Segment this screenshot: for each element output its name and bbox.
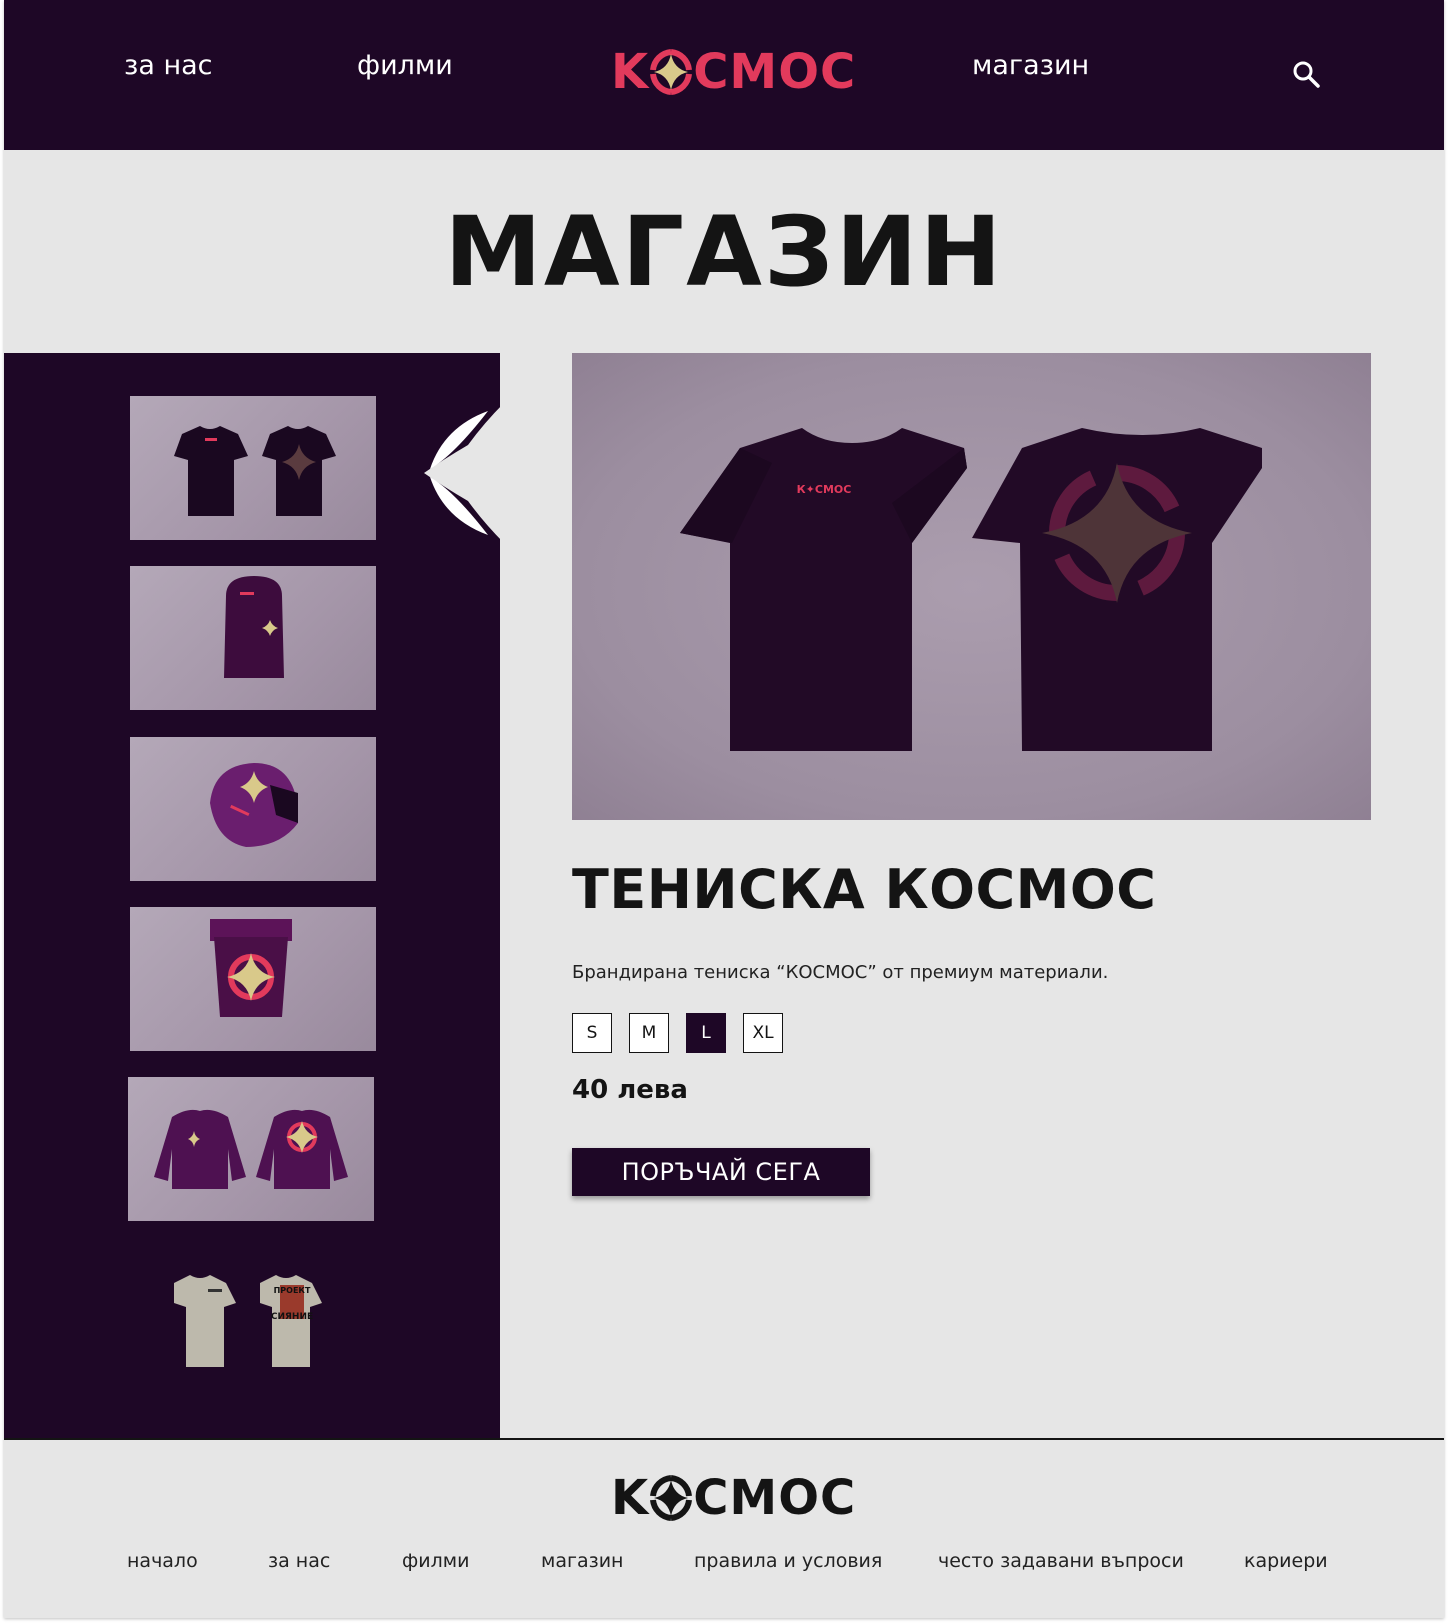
footer-divider <box>4 1438 1444 1440</box>
star-logo-icon <box>650 48 693 96</box>
gallery-thumb-helmet[interactable] <box>130 737 376 881</box>
footer-logo-letters-smos: СМОС <box>693 1470 857 1526</box>
page: за нас филми K СМОС магазин МАГАЗИН ПРОЕ… <box>4 0 1444 1618</box>
footer-logo-letter-k: K <box>611 1470 650 1526</box>
size-option-xl[interactable]: XL <box>743 1013 783 1053</box>
search-icon <box>1293 61 1320 88</box>
size-option-m[interactable]: M <box>629 1013 669 1053</box>
nav-about[interactable]: за нас <box>124 50 213 81</box>
gallery-thumb-backpack[interactable] <box>130 907 376 1051</box>
gallery-thumb-jacket[interactable] <box>128 1077 374 1221</box>
gallery-panel: ПРОЕКТ СИЯНИЕ <box>4 353 504 1439</box>
product-description: Брандирана тениска “КОСМОС” от премиум м… <box>572 962 1109 983</box>
footer-link-home[interactable]: начало <box>127 1550 198 1572</box>
footer-link-terms[interactable]: правила и условия <box>694 1550 882 1572</box>
nav-shop[interactable]: магазин <box>972 50 1089 81</box>
gallery-thumb-tshirt-light[interactable]: ПРОЕКТ СИЯНИЕ <box>130 1249 376 1393</box>
gallery-thumb-balaclava[interactable] <box>130 566 376 710</box>
brand-crescent-icon <box>424 403 504 543</box>
nav-films[interactable]: филми <box>357 50 453 81</box>
product-title: ТЕНИСКА КОСМОС <box>572 858 1157 921</box>
footer-link-shop[interactable]: магазин <box>541 1550 623 1572</box>
size-selector: S M L XL <box>572 1013 783 1053</box>
header: за нас филми K СМОС магазин <box>4 0 1444 150</box>
search-button[interactable] <box>1290 58 1324 92</box>
footer-link-films[interactable]: филми <box>402 1550 469 1572</box>
shirt-logo-text: К✦СМОС <box>797 483 852 496</box>
page-title: МАГАЗИН <box>444 196 1004 308</box>
thumb-print-line2: СИЯНИЕ <box>271 1312 313 1322</box>
order-now-button[interactable]: ПОРЪЧАЙ СЕГА <box>572 1148 870 1196</box>
header-logo[interactable]: K СМОС <box>611 44 856 100</box>
footer-star-logo-icon <box>650 1474 693 1522</box>
product-main-image: К✦СМОС <box>572 353 1371 820</box>
thumb-print-line1: ПРОЕКТ <box>274 1286 311 1295</box>
size-option-l[interactable]: L <box>686 1013 726 1053</box>
product-price: 40 лева <box>572 1075 688 1105</box>
footer-link-about[interactable]: за нас <box>268 1550 330 1572</box>
footer-link-faq[interactable]: често задавани въпроси <box>938 1550 1184 1572</box>
logo-letters-smos: СМОС <box>693 44 857 100</box>
logo-letter-k: K <box>611 44 650 100</box>
footer-link-careers[interactable]: кариери <box>1244 1550 1328 1572</box>
footer-logo[interactable]: K СМОС <box>611 1470 856 1526</box>
size-option-s[interactable]: S <box>572 1013 612 1053</box>
gallery-thumb-tshirt[interactable] <box>130 396 376 540</box>
